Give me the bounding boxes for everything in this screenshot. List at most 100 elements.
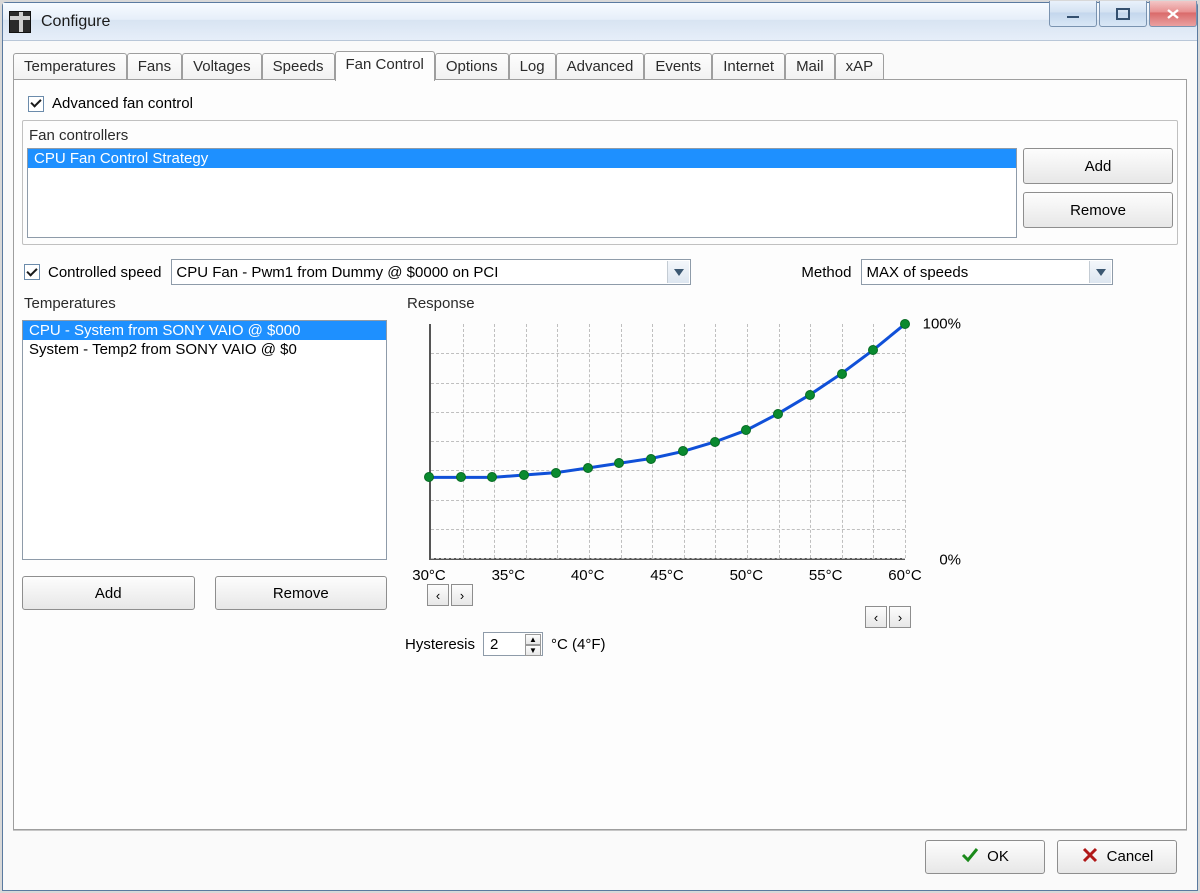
- chart-point[interactable]: [741, 425, 751, 435]
- hysteresis-label: Hysteresis: [405, 636, 475, 653]
- advanced-fan-control-row: Advanced fan control: [22, 88, 1178, 116]
- method-label: Method: [801, 264, 851, 281]
- tab-strip: TemperaturesFansVoltagesSpeedsFan Contro…: [13, 51, 1187, 79]
- tab-log[interactable]: Log: [509, 53, 556, 81]
- temperature-add-label: Add: [95, 585, 122, 602]
- check-icon: [961, 846, 979, 868]
- controller-remove-button[interactable]: Remove: [1023, 192, 1173, 228]
- dialog-button-bar: OK Cancel: [13, 830, 1187, 882]
- hysteresis-spinner[interactable]: 2 ▲▼: [483, 632, 543, 656]
- temperatures-label: Temperatures: [24, 295, 387, 312]
- chart-x-max-increase-button[interactable]: ›: [889, 606, 911, 628]
- close-button[interactable]: [1149, 1, 1197, 27]
- advanced-fan-control-label: Advanced fan control: [52, 95, 193, 112]
- temperatures-list[interactable]: CPU - System from SONY VAIO @ $000System…: [22, 320, 387, 560]
- tab-options[interactable]: Options: [435, 53, 509, 81]
- temperature-remove-label: Remove: [273, 585, 329, 602]
- controlled-speed-value: CPU Fan - Pwm1 from Dummy @ $0000 on PCI: [176, 264, 498, 281]
- chevron-down-icon: [667, 261, 689, 283]
- tab-fan-control[interactable]: Fan Control: [335, 51, 435, 81]
- chart-point[interactable]: [583, 463, 593, 473]
- chart-plot-area: [429, 324, 905, 560]
- tab-internet[interactable]: Internet: [712, 53, 785, 81]
- response-column: Response ‹ › ‹ ›: [405, 291, 1178, 656]
- chart-point[interactable]: [424, 472, 434, 482]
- hysteresis-value: 2: [490, 636, 498, 653]
- chart-x-tick: 45°C: [650, 567, 684, 584]
- response-chart[interactable]: ‹ › ‹ › 30°C35°C40°C45°C50°C55°C60°C100%…: [405, 316, 965, 596]
- chart-point[interactable]: [837, 369, 847, 379]
- window-controls: [1049, 1, 1197, 27]
- title-bar: Configure: [3, 3, 1197, 41]
- controller-add-label: Add: [1085, 158, 1112, 175]
- temperature-item[interactable]: System - Temp2 from SONY VAIO @ $0: [23, 340, 386, 359]
- tab-advanced[interactable]: Advanced: [556, 53, 645, 81]
- hysteresis-unit: °C (4°F): [551, 636, 606, 653]
- chart-y-tick: 100%: [923, 316, 961, 333]
- cancel-button[interactable]: Cancel: [1057, 840, 1177, 874]
- chart-point[interactable]: [868, 345, 878, 355]
- fan-controllers-list[interactable]: CPU Fan Control Strategy: [27, 148, 1017, 238]
- chart-x-tick: 55°C: [809, 567, 843, 584]
- method-select[interactable]: MAX of speeds: [861, 259, 1113, 285]
- spinner-arrows-icon: ▲▼: [525, 634, 541, 654]
- method-value: MAX of speeds: [866, 264, 968, 281]
- tab-speeds[interactable]: Speeds: [262, 53, 335, 81]
- temperature-add-button[interactable]: Add: [22, 576, 195, 610]
- fan-controllers-label: Fan controllers: [29, 127, 1173, 144]
- chart-point[interactable]: [710, 437, 720, 447]
- chart-x-tick: 40°C: [571, 567, 605, 584]
- chart-point[interactable]: [519, 470, 529, 480]
- response-label: Response: [407, 295, 1178, 312]
- tab-temperatures[interactable]: Temperatures: [13, 53, 127, 81]
- controller-remove-label: Remove: [1070, 202, 1126, 219]
- chart-point[interactable]: [678, 446, 688, 456]
- controlled-speed-checkbox[interactable]: Controlled speed: [24, 264, 161, 281]
- chart-point[interactable]: [456, 472, 466, 482]
- chart-point[interactable]: [805, 390, 815, 400]
- app-icon: [9, 11, 31, 33]
- chart-x-tick: 50°C: [730, 567, 764, 584]
- cancel-label: Cancel: [1107, 848, 1154, 865]
- window-title: Configure: [41, 13, 110, 31]
- maximize-button[interactable]: [1099, 1, 1147, 27]
- chart-point[interactable]: [773, 409, 783, 419]
- chart-x-max-decrease-button[interactable]: ‹: [865, 606, 887, 628]
- tab-xap[interactable]: xAP: [835, 53, 885, 81]
- chart-point[interactable]: [551, 468, 561, 478]
- chart-scroll-row: ‹ › ‹ ›: [427, 584, 907, 606]
- chart-point[interactable]: [646, 454, 656, 464]
- chevron-down-icon: [1089, 261, 1111, 283]
- tab-mail[interactable]: Mail: [785, 53, 835, 81]
- chart-point[interactable]: [487, 472, 497, 482]
- chart-point[interactable]: [900, 319, 910, 329]
- lower-section: Temperatures CPU - System from SONY VAIO…: [22, 291, 1178, 656]
- chart-x-tick: 60°C: [888, 567, 922, 584]
- client-area: TemperaturesFansVoltagesSpeedsFan Contro…: [3, 41, 1197, 890]
- minimize-button[interactable]: [1049, 1, 1097, 27]
- tab-voltages[interactable]: Voltages: [182, 53, 262, 81]
- controlled-speed-row: Controlled speed CPU Fan - Pwm1 from Dum…: [22, 259, 1178, 285]
- chart-point[interactable]: [614, 458, 624, 468]
- chart-x-tick: 30°C: [412, 567, 446, 584]
- chart-y-tick: 0%: [939, 552, 961, 569]
- controller-item[interactable]: CPU Fan Control Strategy: [28, 149, 1016, 168]
- chart-x-min-increase-button[interactable]: ›: [451, 584, 473, 606]
- tab-fans[interactable]: Fans: [127, 53, 182, 81]
- tab-events[interactable]: Events: [644, 53, 712, 81]
- chart-x-min-decrease-button[interactable]: ‹: [427, 584, 449, 606]
- tab-panel-fan-control: Advanced fan control Fan controllers CPU…: [13, 79, 1187, 830]
- controller-add-button[interactable]: Add: [1023, 148, 1173, 184]
- temperature-remove-button[interactable]: Remove: [215, 576, 388, 610]
- controlled-speed-select[interactable]: CPU Fan - Pwm1 from Dummy @ $0000 on PCI: [171, 259, 691, 285]
- ok-button[interactable]: OK: [925, 840, 1045, 874]
- chart-x-tick: 35°C: [492, 567, 526, 584]
- checkbox-icon: [24, 264, 40, 280]
- checkbox-icon: [28, 96, 44, 112]
- ok-label: OK: [987, 848, 1009, 865]
- temperature-item[interactable]: CPU - System from SONY VAIO @ $000: [23, 321, 386, 340]
- cross-icon: [1081, 846, 1099, 868]
- advanced-fan-control-checkbox[interactable]: Advanced fan control: [28, 95, 193, 112]
- controlled-speed-label: Controlled speed: [48, 264, 161, 281]
- hysteresis-row: Hysteresis 2 ▲▼ °C (4°F): [405, 632, 1178, 656]
